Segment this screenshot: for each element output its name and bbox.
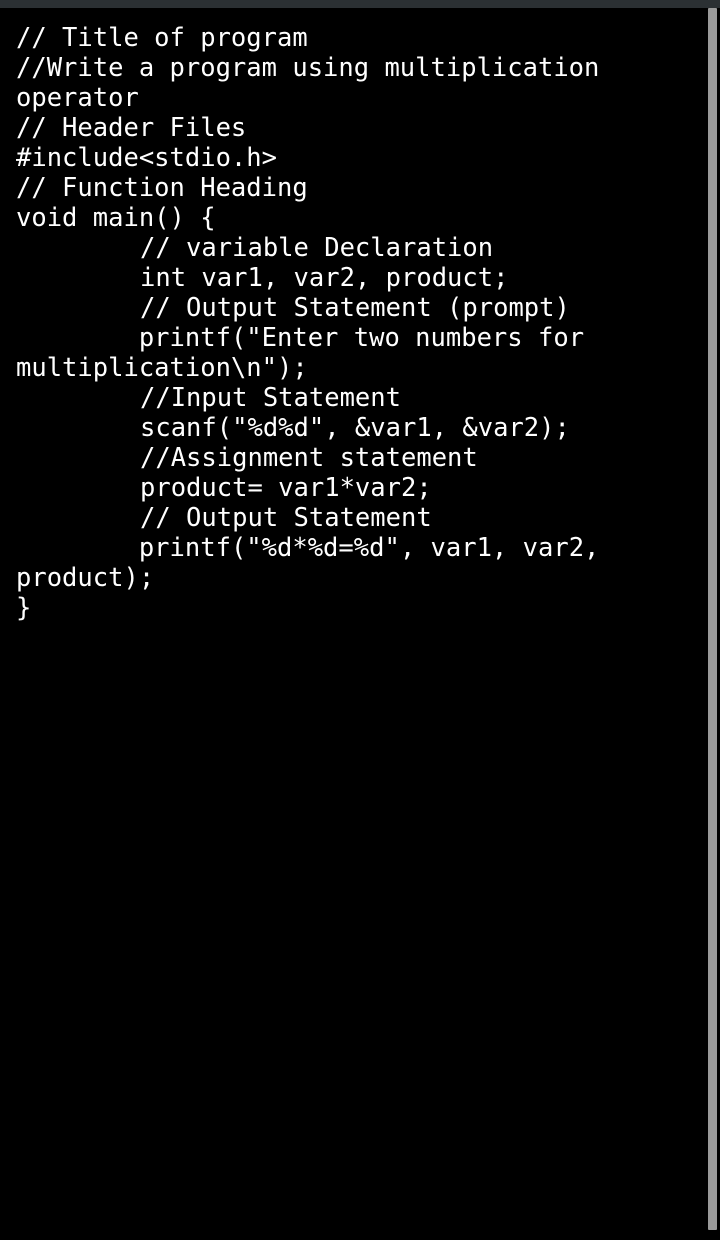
code-editor[interactable]: // Title of program//Write a program usi…	[0, 8, 708, 1240]
code-line: product= var1*var2;	[140, 473, 432, 503]
code-line: }	[16, 593, 32, 623]
code-line: // variable Declaration	[140, 233, 494, 263]
code-content[interactable]: // Title of program//Write a program usi…	[16, 23, 676, 623]
code-line: // Output Statement (prompt)	[140, 293, 570, 323]
code-line: //Input Statement	[140, 383, 401, 413]
top-status-strip	[0, 0, 720, 8]
code-line: // Output Statement	[140, 503, 432, 533]
code-line: int var1, var2, product;	[140, 263, 509, 293]
code-line: //Assignment statement	[140, 443, 478, 473]
vertical-scrollbar[interactable]	[708, 8, 717, 1230]
code-line: #include<stdio.h>	[16, 143, 277, 173]
code-line: void main() {	[16, 203, 216, 233]
code-line: // Title of program	[16, 23, 308, 53]
code-line: printf("%d*%d=%d", var1, var2, product);	[16, 533, 676, 593]
code-line: printf("Enter two numbers for multiplica…	[16, 323, 676, 383]
code-line: // Function Heading	[16, 173, 308, 203]
code-line: // Header Files	[16, 113, 247, 143]
code-line: //Write a program using multiplication o…	[16, 53, 615, 113]
code-line: scanf("%d%d", &var1, &var2);	[140, 413, 570, 443]
